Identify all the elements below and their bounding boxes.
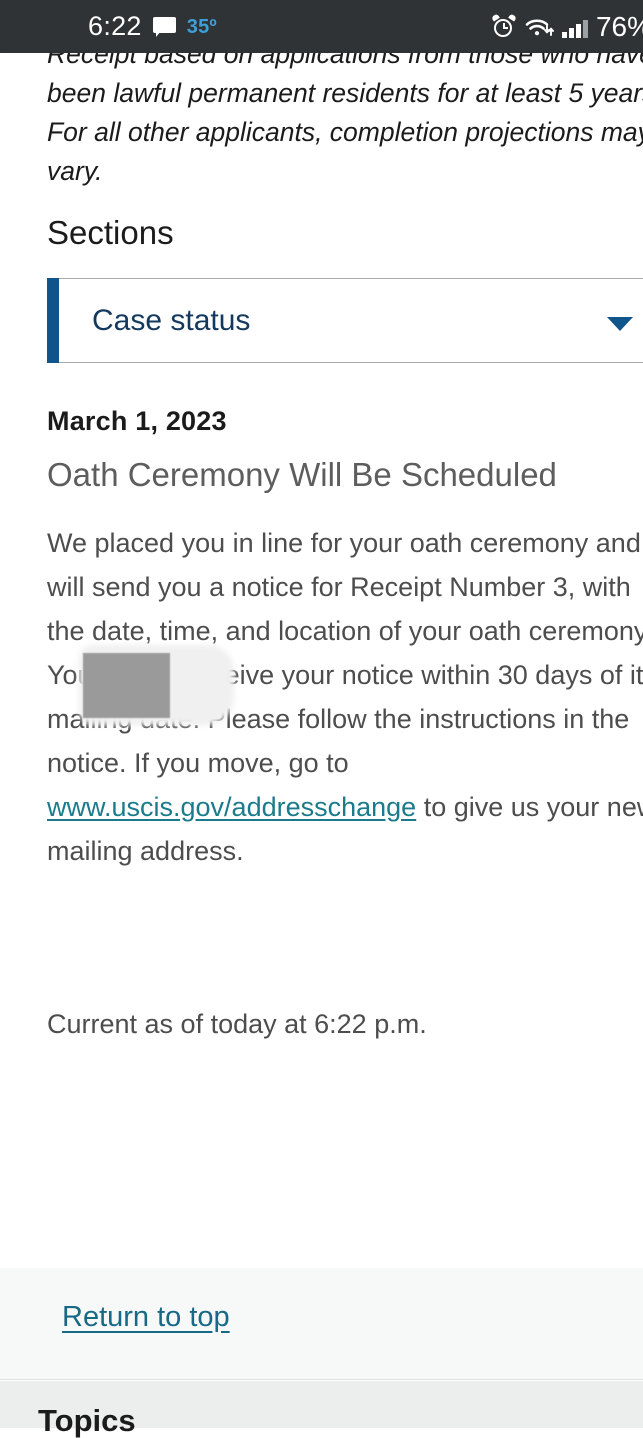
cellular-signal-icon <box>562 16 588 38</box>
chevron-down-icon[interactable] <box>607 317 633 331</box>
processing-time-note: Receipt based on applications from those… <box>47 53 643 186</box>
accordion-label: Case status <box>92 303 251 337</box>
address-change-link[interactable]: www.uscis.gov/addresschange <box>47 792 416 822</box>
alarm-clock-icon <box>491 12 518 39</box>
current-as-of-text: Current as of today at 6:22 p.m. <box>47 1009 427 1039</box>
redaction-box <box>83 653 170 718</box>
case-status-title: Oath Ceremony Will Be Scheduled <box>47 456 557 493</box>
status-bar-left-group: 6:22 35º <box>88 13 217 40</box>
temperature-indicator: 35º <box>186 15 217 38</box>
battery-percentage: 76% <box>595 10 643 42</box>
case-status-date: March 1, 2023 <box>47 406 227 436</box>
status-bar-right-group: 76% <box>491 10 643 42</box>
wifi-icon <box>524 15 555 39</box>
sections-heading: Sections <box>47 214 174 251</box>
status-bar: 6:22 35º 76% <box>0 0 643 53</box>
return-to-top-link[interactable]: Return to top <box>62 1303 230 1332</box>
clock-time: 6:22 <box>88 11 142 41</box>
message-bubble-icon <box>152 17 176 37</box>
content-card: Receipt based on applications from those… <box>0 53 643 1172</box>
accordion-accent-bar <box>47 278 59 363</box>
topics-heading: Topics <box>38 1403 136 1438</box>
accordion-case-status[interactable]: Case status <box>47 278 643 363</box>
footer-spacer <box>0 1172 643 1268</box>
